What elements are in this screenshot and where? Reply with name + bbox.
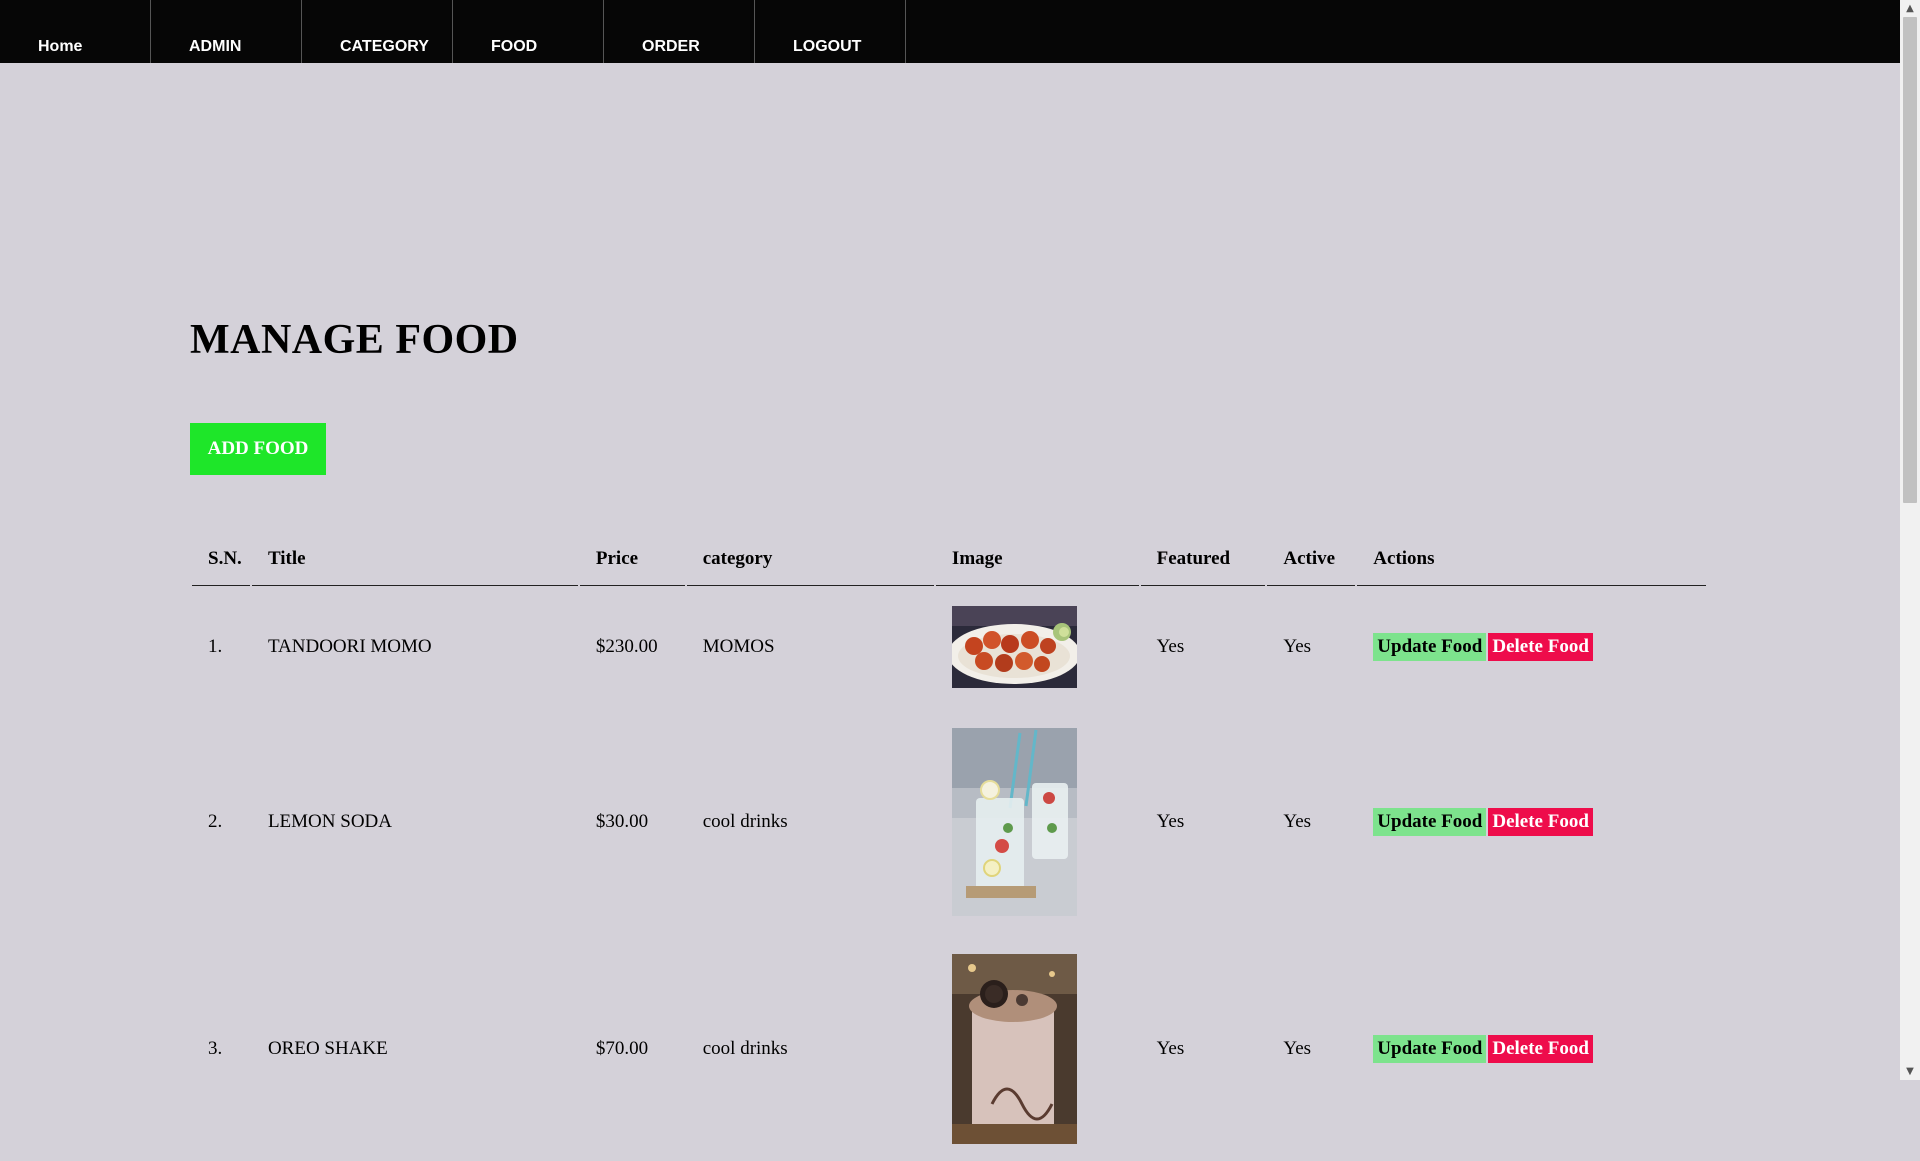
- cell-active: Yes: [1283, 1037, 1312, 1059]
- header-title: Title: [251, 533, 578, 586]
- nav-admin[interactable]: ADMIN: [151, 0, 302, 63]
- food-image-lemon-soda: [951, 728, 1077, 916]
- page-scrollbar[interactable]: ▲ ▼: [1900, 0, 1920, 1080]
- table-row: 1. TANDOORI MOMO $230.00 MOMOS Yes Yes U…: [192, 586, 1706, 708]
- header-sn: S.N.: [192, 533, 250, 586]
- header-image: Image: [935, 533, 1139, 586]
- update-food-button[interactable]: Update Food: [1373, 1034, 1487, 1063]
- cell-featured: Yes: [1156, 1037, 1185, 1059]
- cell-price: $30.00: [595, 811, 649, 832]
- cell-title: OREO SHAKE: [267, 1037, 388, 1059]
- cell-price: $70.00: [595, 1037, 649, 1059]
- top-nav: Home ADMIN CATEGORY FOOD ORDER LOGOUT: [0, 0, 1900, 63]
- food-image-tandoori-momo: [951, 606, 1077, 688]
- cell-image: [936, 586, 1139, 708]
- cell-category: MOMOS: [702, 636, 775, 657]
- cell-title: LEMON SODA: [267, 811, 392, 832]
- header-price: Price: [579, 533, 685, 586]
- header-actions: Actions: [1357, 533, 1706, 586]
- nav-category-label: CATEGORY: [340, 38, 429, 55]
- scroll-down-icon[interactable]: ▼: [1900, 1063, 1920, 1080]
- cell-actions: Update Food Delete Food: [1357, 708, 1706, 936]
- scroll-up-icon[interactable]: ▲: [1900, 0, 1920, 17]
- nav-food-label: FOOD: [491, 38, 538, 55]
- nav-order[interactable]: ORDER: [604, 0, 755, 63]
- table-row: 3. OREO SHAKE $70.00 cool drinks Yes Yes…: [192, 936, 1706, 1161]
- nav-logout[interactable]: LOGOUT: [755, 0, 906, 63]
- nav-category[interactable]: CATEGORY: [302, 0, 453, 63]
- cell-active: Yes: [1283, 811, 1312, 832]
- delete-food-button[interactable]: Delete Food: [1488, 808, 1593, 836]
- header-category: category: [686, 533, 934, 586]
- nav-admin-label: ADMIN: [189, 38, 242, 55]
- update-food-button[interactable]: Update Food: [1373, 633, 1487, 661]
- cell-sn: 2.: [208, 811, 223, 832]
- delete-food-button[interactable]: Delete Food: [1488, 1034, 1593, 1063]
- nav-logout-label: LOGOUT: [793, 38, 862, 55]
- update-food-button[interactable]: Update Food: [1373, 808, 1487, 836]
- scroll-thumb[interactable]: [1903, 17, 1917, 503]
- cell-category: cool drinks: [702, 811, 788, 832]
- cell-price: $230.00: [595, 636, 658, 657]
- cell-category: cool drinks: [702, 1037, 788, 1059]
- cell-actions: Update Food Delete Food: [1357, 586, 1706, 708]
- nav-food[interactable]: FOOD: [453, 0, 604, 63]
- cell-sn: 1.: [208, 636, 223, 657]
- nav-home-label: Home: [38, 38, 83, 55]
- header-active: Active: [1267, 533, 1356, 586]
- delete-food-button[interactable]: Delete Food: [1488, 633, 1593, 661]
- food-image-oreo-shake: [951, 953, 1077, 1144]
- cell-actions: Update Food Delete Food: [1357, 936, 1706, 1161]
- cell-title: TANDOORI MOMO: [267, 636, 432, 657]
- cell-sn: 3.: [208, 1037, 223, 1059]
- nav-home[interactable]: Home: [0, 0, 151, 63]
- add-food-button[interactable]: ADD FOOD: [190, 423, 326, 475]
- table-row: 2. LEMON SODA $30.00 cool drinks Yes Yes…: [192, 708, 1706, 936]
- cell-featured: Yes: [1156, 811, 1185, 832]
- header-featured: Featured: [1140, 533, 1266, 586]
- cell-featured: Yes: [1156, 636, 1185, 657]
- table-header-row: S.N. Title Price category Image Featured…: [192, 533, 1706, 586]
- cell-image: [936, 936, 1139, 1161]
- cell-image: [936, 708, 1139, 936]
- food-table: S.N. Title Price category Image Featured…: [190, 533, 1708, 1161]
- page-title: MANAGE FOOD: [190, 317, 519, 363]
- nav-order-label: ORDER: [642, 38, 700, 55]
- cell-active: Yes: [1283, 636, 1312, 657]
